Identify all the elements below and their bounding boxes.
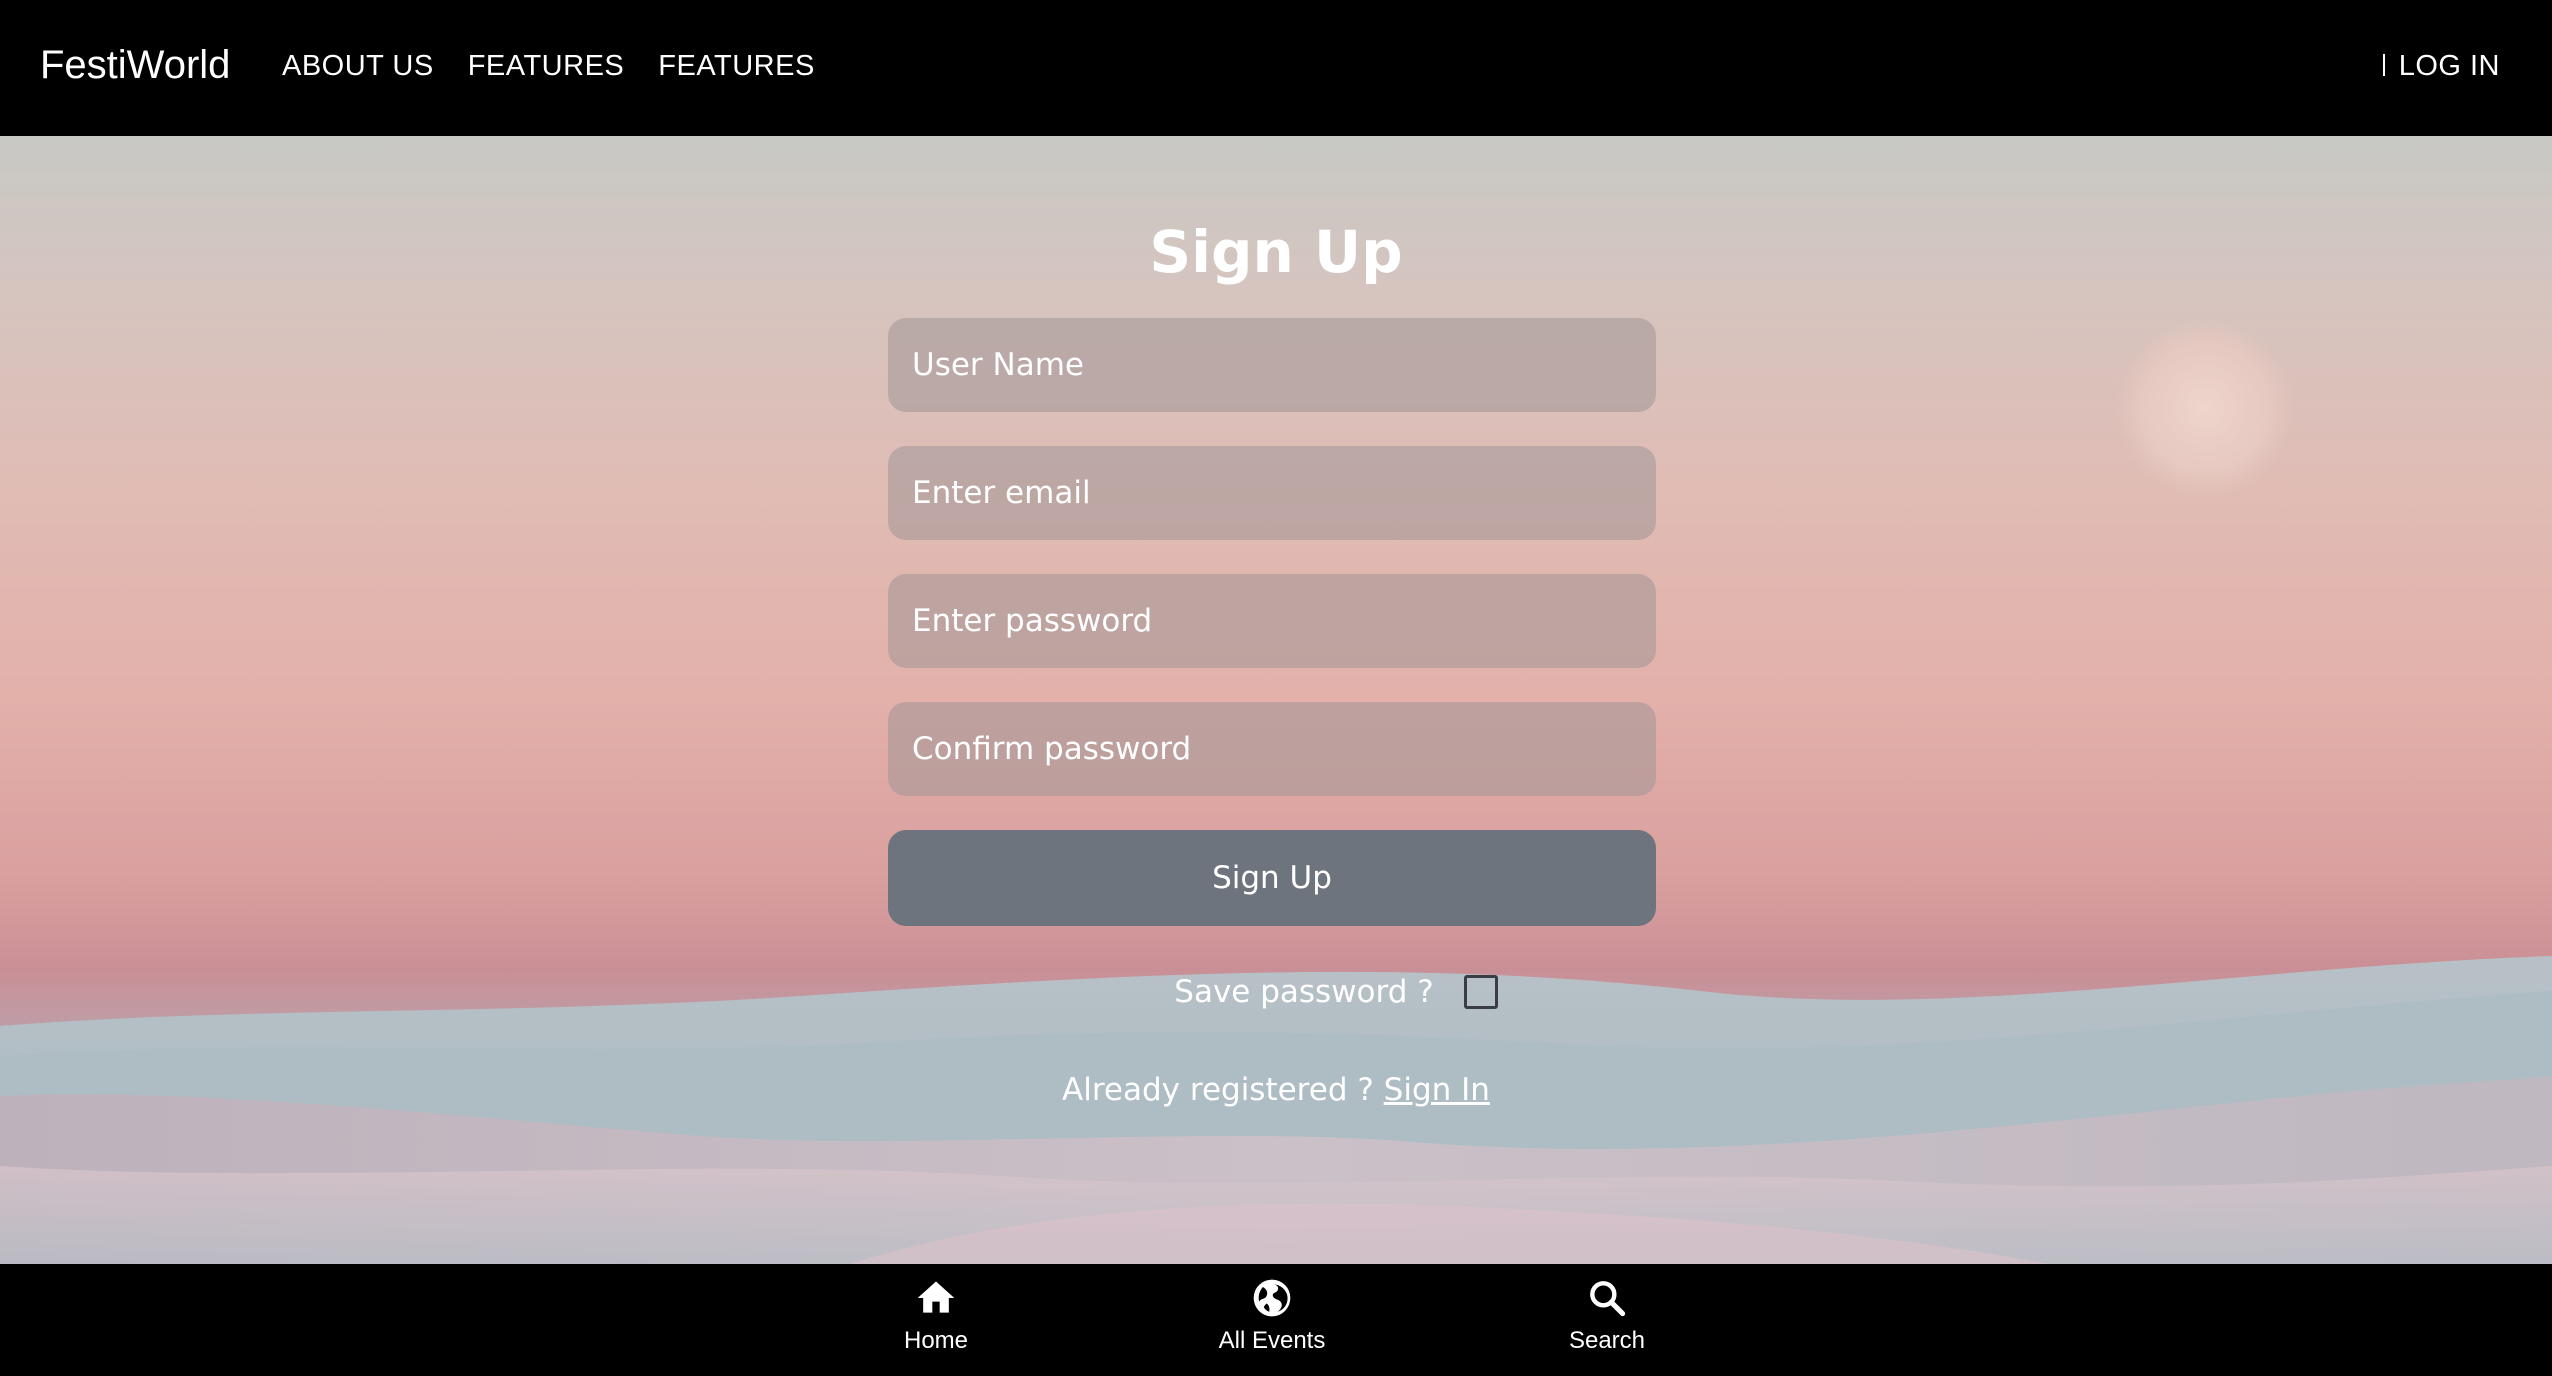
- bottom-nav-all-events-label: All Events: [1218, 1327, 1326, 1354]
- confirm-password-field[interactable]: [888, 702, 1656, 796]
- login-label: LOG IN: [2398, 50, 2500, 82]
- search-icon: [1590, 1281, 1626, 1317]
- save-password-row: Save password ?: [0, 974, 2552, 1010]
- signup-button[interactable]: Sign Up: [888, 830, 1656, 926]
- home-icon: [917, 1281, 955, 1313]
- bottom-nav-search[interactable]: Search: [1507, 1276, 1707, 1356]
- username-input[interactable]: [912, 347, 1656, 383]
- login-link[interactable]: LOG IN: [2382, 46, 2500, 86]
- globe-icon: [1253, 1279, 1291, 1317]
- confirm-password-input[interactable]: [912, 731, 1656, 767]
- save-password-checkbox[interactable]: [1463, 975, 1498, 1009]
- top-navbar: FestiWorld ABOUT US FEATURES FEATURES LO…: [0, 0, 2552, 136]
- nav-link-features[interactable]: FEATURES: [468, 46, 625, 86]
- email-field[interactable]: [888, 446, 1656, 540]
- bottom-navbar: Home All Events Search: [0, 1264, 2552, 1376]
- brand-logo[interactable]: FestiWorld: [40, 38, 230, 92]
- already-registered-row: Already registered ? Sign In: [0, 1072, 2552, 1108]
- already-registered-text: Already registered ?: [1062, 1072, 1374, 1108]
- signup-title: Sign Up: [1149, 218, 1403, 286]
- bottom-nav-home[interactable]: Home: [836, 1276, 1036, 1356]
- username-field[interactable]: [888, 318, 1656, 412]
- password-field[interactable]: [888, 574, 1656, 668]
- sign-in-link[interactable]: Sign In: [1384, 1072, 1490, 1108]
- moon-shape: [2115, 318, 2295, 498]
- nav-links: ABOUT US FEATURES FEATURES: [282, 46, 815, 86]
- password-input[interactable]: [912, 603, 1656, 639]
- bottom-nav-search-label: Search: [1568, 1327, 1646, 1354]
- login-divider: [2382, 54, 2385, 76]
- bottom-nav-all-events[interactable]: All Events: [1172, 1276, 1372, 1356]
- bottom-nav-home-label: Home: [903, 1327, 969, 1354]
- nav-link-features-2[interactable]: FEATURES: [658, 46, 815, 86]
- save-password-label: Save password ?: [1174, 974, 1434, 1010]
- email-input[interactable]: [912, 475, 1656, 511]
- nav-link-about-us[interactable]: ABOUT US: [282, 46, 434, 86]
